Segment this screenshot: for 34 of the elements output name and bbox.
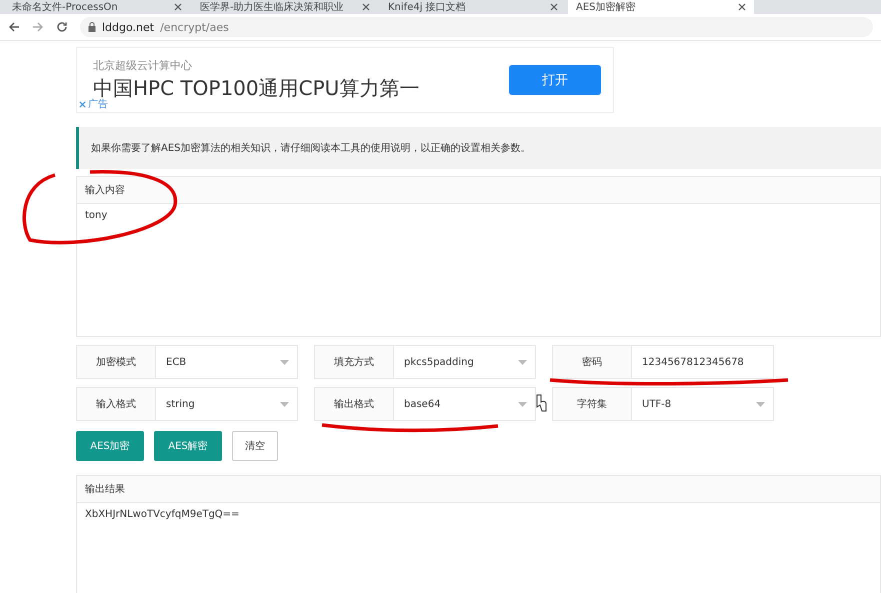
action-button[interactable]: AES解密	[154, 431, 222, 461]
panel-title: 输出结果	[85, 482, 125, 496]
close-icon[interactable]	[79, 100, 86, 108]
close-icon[interactable]	[174, 3, 182, 11]
browser-tab[interactable]: AES加密解密	[568, 0, 754, 14]
caret-icon	[280, 360, 289, 364]
open-button[interactable]: 打开	[509, 65, 601, 95]
notice-text: 如果你需要了解AES加密算法的相关知识，请仔细阅读本工具的使用说明，以正确的设置相关参数。	[91, 142, 531, 155]
action-button[interactable]: AES加密	[76, 431, 144, 461]
address-field[interactable]: lddgo.net /encrypt/aes	[80, 17, 873, 37]
ad-sponsor: 北京超级云计算中心	[93, 58, 193, 73]
select-field[interactable]: 字符集 UTF-8	[552, 387, 774, 421]
input-textarea[interactable]: tony	[77, 204, 880, 336]
close-icon[interactable]	[550, 3, 558, 11]
output-textarea[interactable]: XbXHJrNLwoTVcyfqM9eTgQ==	[77, 503, 880, 593]
ad-label: 广告	[88, 98, 108, 111]
panel-title: 输入内容	[85, 184, 125, 197]
caret-icon	[518, 402, 527, 406]
close-icon[interactable]	[738, 3, 746, 11]
caret-icon	[756, 402, 765, 406]
close-icon[interactable]	[362, 3, 370, 11]
select-field[interactable]: 输入格式 string	[76, 387, 298, 421]
select-field[interactable]: 输出格式 base64	[314, 387, 536, 421]
lock-icon	[88, 22, 96, 32]
input-field[interactable]: 密码 1234567812345678	[552, 345, 774, 379]
caret-icon	[280, 402, 289, 406]
caret-icon	[518, 360, 527, 364]
reload-icon[interactable]	[56, 21, 68, 33]
select-field[interactable]: 加密模式 ECB	[76, 345, 298, 379]
clear-button[interactable]: 清空	[232, 431, 278, 461]
back-icon[interactable]	[8, 21, 20, 33]
pointer-cursor-icon	[536, 394, 546, 412]
ad-headline: 中国HPC TOP100通用CPU算力第一	[93, 75, 420, 100]
select-field[interactable]: 填充方式 pkcs5padding	[314, 345, 536, 379]
